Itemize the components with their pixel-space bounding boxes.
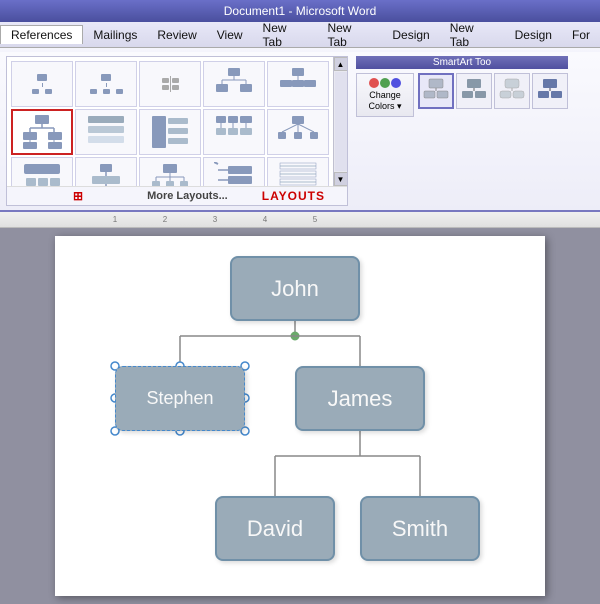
ruler-mark-3: 3 <box>190 215 240 224</box>
org-node-john-label: John <box>271 276 319 302</box>
menu-mailings[interactable]: Mailings <box>83 26 147 44</box>
ruler-mark-4: 4 <box>240 215 290 224</box>
smartart-label: SmartArt Too <box>356 56 568 69</box>
style-thumbnails <box>418 73 568 117</box>
menu-format[interactable]: For <box>562 26 600 44</box>
ruler-marks: 1 2 3 4 5 <box>90 215 340 224</box>
style-thumb-2[interactable] <box>456 73 492 109</box>
org-node-david[interactable]: David <box>215 496 335 561</box>
scroll-up-btn[interactable]: ▲ <box>334 57 348 71</box>
menu-design2[interactable]: Design <box>505 26 562 44</box>
menu-bar: References Mailings Review View New Tab … <box>0 22 600 48</box>
ribbon: ▲ ▼ ⊞ More Layouts... LAYOUTS SmartArt T… <box>0 48 600 212</box>
org-node-david-label: David <box>247 516 303 542</box>
org-node-smith-label: Smith <box>392 516 448 542</box>
layout-item-4[interactable] <box>203 61 265 107</box>
org-chart: John Stephen James David Smith <box>55 236 545 596</box>
layout-item-8[interactable] <box>139 109 201 155</box>
layout-item-2[interactable] <box>75 61 137 107</box>
ribbon-content: ▲ ▼ ⊞ More Layouts... LAYOUTS SmartArt T… <box>0 52 600 210</box>
org-node-john[interactable]: John <box>230 256 360 321</box>
document-area: ❯ <box>0 228 600 604</box>
style-thumb-1[interactable] <box>418 73 454 109</box>
more-layouts-icon: ⊞ <box>73 189 83 203</box>
color-circles <box>369 78 401 88</box>
style-thumb-4[interactable] <box>532 73 568 109</box>
menu-review[interactable]: Review <box>147 26 206 44</box>
layout-item-14[interactable] <box>203 157 265 186</box>
layout-item-3[interactable] <box>139 61 201 107</box>
more-layouts-link[interactable]: More Layouts... <box>147 190 228 202</box>
layouts-label: LAYOUTS <box>262 189 325 203</box>
ruler: 1 2 3 4 5 <box>0 212 600 228</box>
style-thumb-3[interactable] <box>494 73 530 109</box>
smartart-panel: SmartArt Too ChangeColors ▾ <box>356 56 568 117</box>
layout-item-1[interactable] <box>11 61 73 107</box>
layout-item-11[interactable] <box>11 157 73 186</box>
layout-item-5[interactable] <box>267 61 329 107</box>
menu-references[interactable]: References <box>0 25 83 44</box>
layout-item-10[interactable] <box>267 109 329 155</box>
ruler-mark-1: 1 <box>90 215 140 224</box>
scroll-down-btn[interactable]: ▼ <box>334 172 348 186</box>
ruler-mark-2: 2 <box>140 215 190 224</box>
change-colors-button[interactable]: ChangeColors ▾ <box>356 73 414 117</box>
layout-item-15[interactable] <box>267 157 329 186</box>
menu-view[interactable]: View <box>207 26 253 44</box>
menu-newtab2[interactable]: New Tab <box>317 19 382 51</box>
org-node-smith[interactable]: Smith <box>360 496 480 561</box>
layout-item-selected[interactable] <box>11 109 73 155</box>
color-circle-1 <box>369 78 379 88</box>
color-circle-3 <box>391 78 401 88</box>
smartart-tools: ChangeColors ▾ <box>356 73 568 117</box>
org-node-james[interactable]: James <box>295 366 425 431</box>
menu-newtab3[interactable]: New Tab <box>440 19 505 51</box>
title-text: Document1 - Microsoft Word <box>224 4 377 18</box>
menu-newtab1[interactable]: New Tab <box>253 19 318 51</box>
org-node-stephen[interactable]: Stephen <box>115 366 245 431</box>
org-node-stephen-label: Stephen <box>146 388 213 409</box>
scroll-track <box>335 72 347 171</box>
color-circle-2 <box>380 78 390 88</box>
menu-design1[interactable]: Design <box>382 26 439 44</box>
layouts-scrollbar[interactable]: ▲ ▼ <box>333 57 347 186</box>
org-node-james-label: James <box>328 386 393 412</box>
layouts-grid <box>7 57 333 186</box>
ruler-mark-5: 5 <box>290 215 340 224</box>
layout-item-9[interactable] <box>203 109 265 155</box>
document-page: John Stephen James David Smith <box>55 236 545 596</box>
change-colors-label: ChangeColors ▾ <box>368 90 401 112</box>
layout-item-12[interactable] <box>75 157 137 186</box>
more-layouts-bar: ⊞ More Layouts... LAYOUTS <box>7 186 347 205</box>
layout-item-7[interactable] <box>75 109 137 155</box>
layout-item-13[interactable] <box>139 157 201 186</box>
